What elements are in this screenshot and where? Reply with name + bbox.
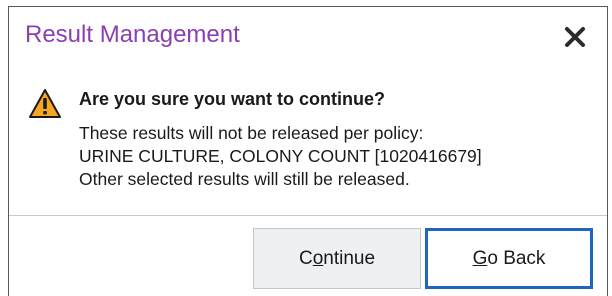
button-separator [9,215,607,216]
close-button[interactable] [563,25,587,49]
confirm-question: Are you sure you want to continue? [79,89,386,109]
message-line: These results will not be released per p… [79,123,424,143]
result-management-dialog: Result Management Are you sure you want … [8,6,608,296]
go-back-label: Go Back [472,247,546,269]
close-icon [565,27,585,47]
dialog-title: Result Management [25,21,240,48]
message-body: These results will not be released per p… [79,122,482,191]
go-back-button[interactable]: Go Back [425,228,593,289]
continue-label: Continue [298,247,376,269]
continue-button[interactable]: Continue [253,228,421,289]
message-line: URINE CULTURE, COLONY COUNT [1020416679] [79,146,482,166]
message-line: Other selected results will still be rel… [79,169,410,189]
warning-icon [29,89,61,118]
